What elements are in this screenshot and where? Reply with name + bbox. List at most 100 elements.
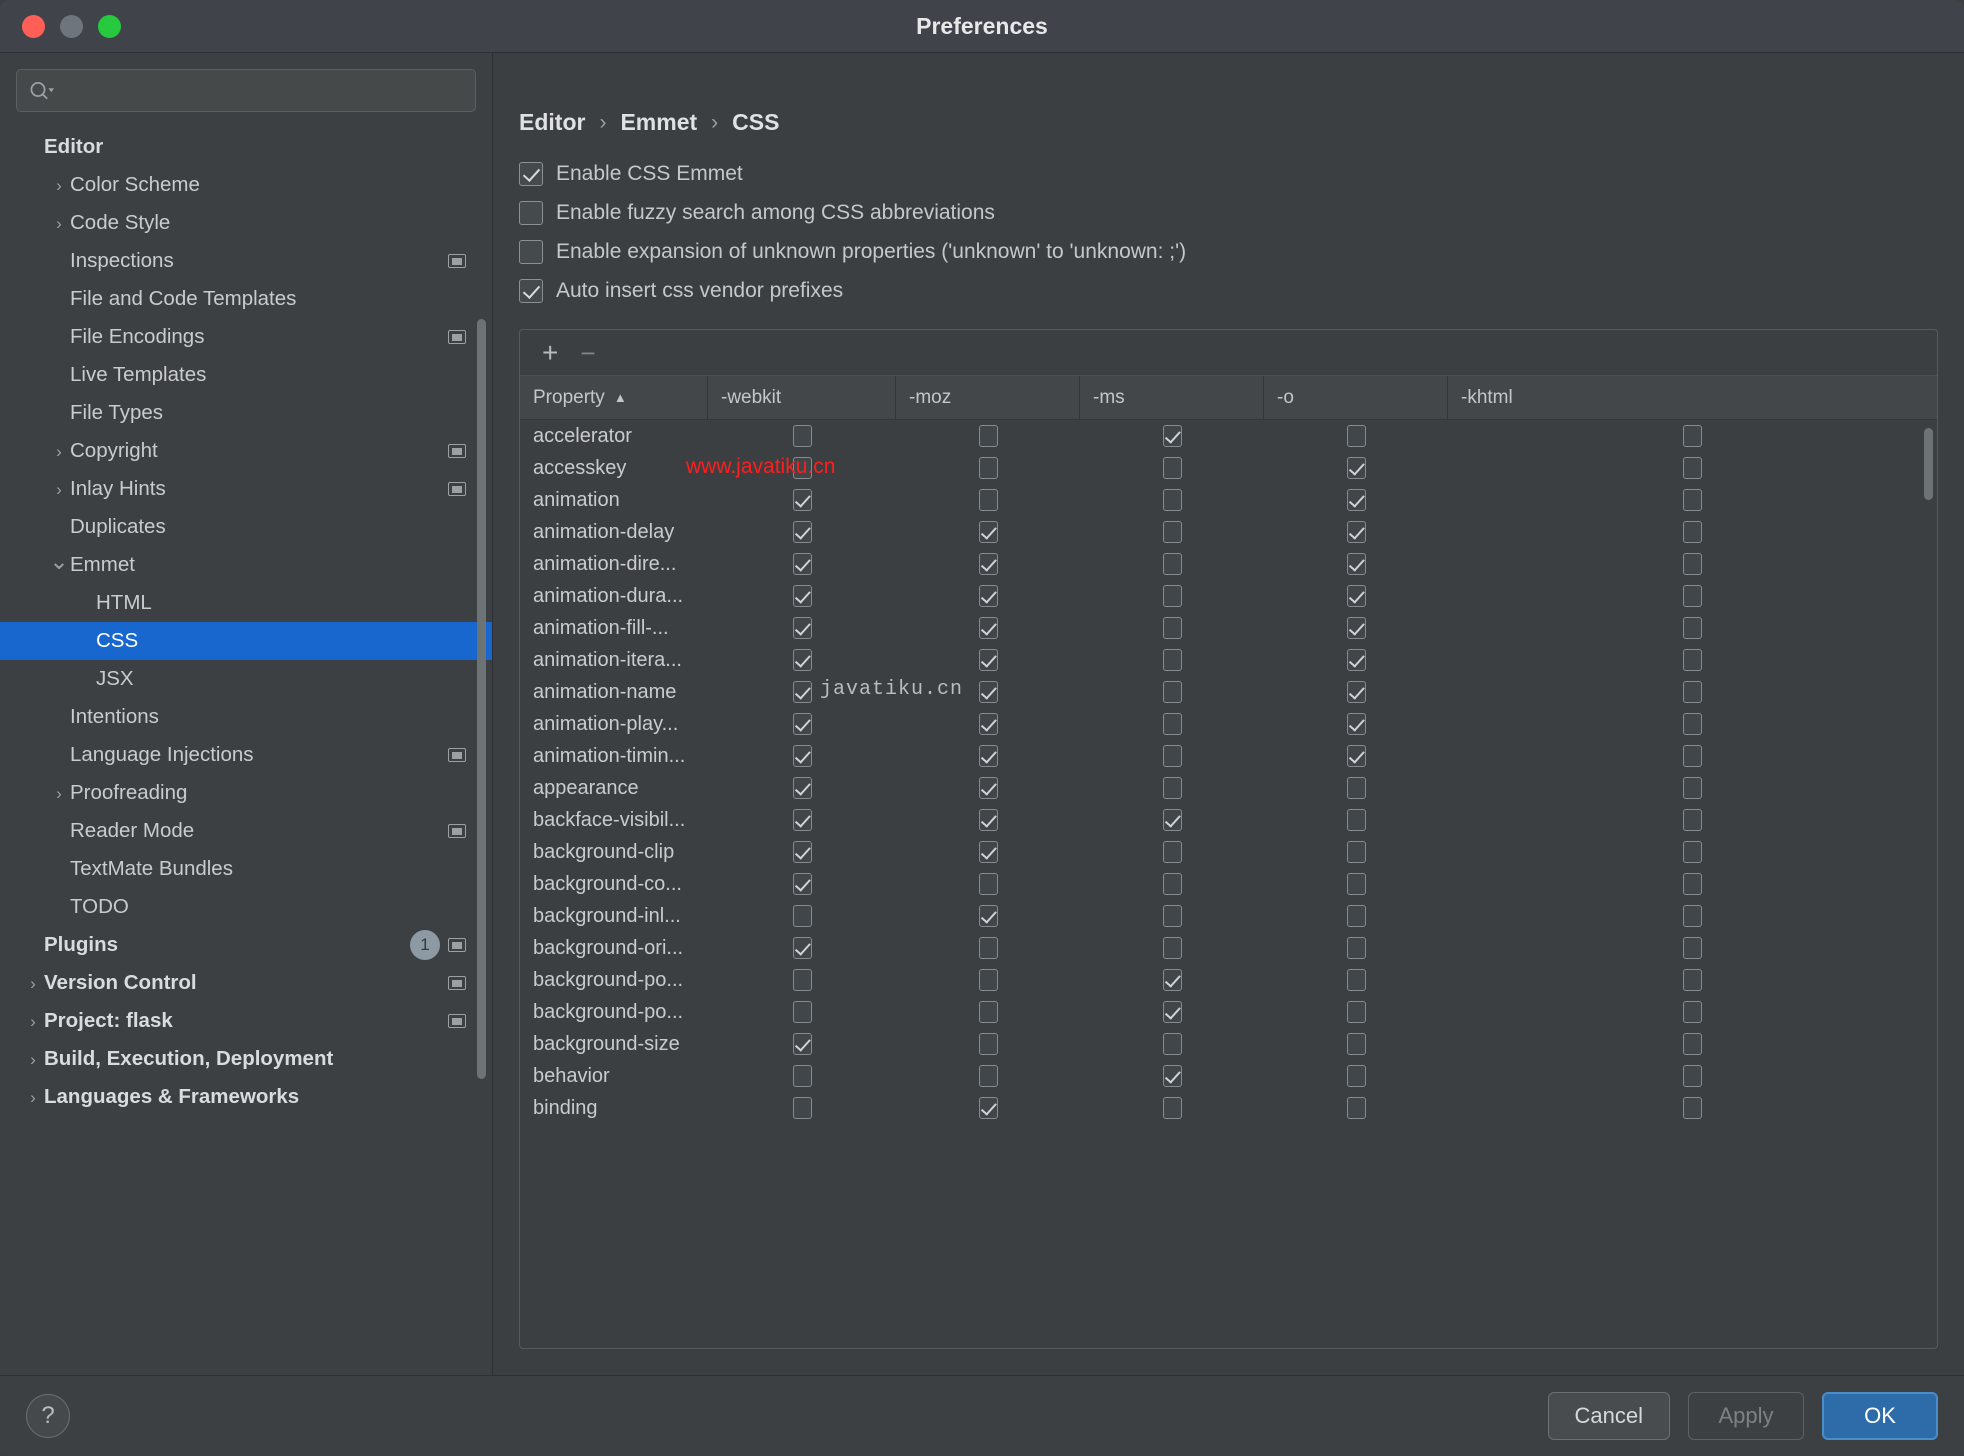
prefix-cell-webkit[interactable] [708,841,896,863]
prefix-checkbox[interactable] [792,777,812,799]
prefix-checkbox[interactable] [792,457,812,479]
sidebar-item-languages-frameworks[interactable]: › Languages & Frameworks [0,1078,492,1116]
sidebar-item-file-types[interactable]: File Types [0,394,492,432]
chevron-down-icon[interactable]: ⌄ [48,550,70,573]
prefix-cell-o[interactable] [1264,937,1448,959]
prefix-cell-moz[interactable] [896,585,1080,607]
prefix-checkbox[interactable] [1162,649,1182,671]
prefix-cell-moz[interactable] [896,1065,1080,1087]
prefix-cell-o[interactable] [1264,905,1448,927]
prefix-cell-ms[interactable] [1080,425,1264,447]
prefix-cell-khtml[interactable] [1448,873,1937,895]
prefix-cell-moz[interactable] [896,649,1080,671]
prefix-cell-moz[interactable] [896,841,1080,863]
sidebar-item-reader-mode[interactable]: Reader Mode [0,812,492,850]
prefix-cell-o[interactable] [1264,809,1448,831]
prefix-checkbox[interactable] [1346,1097,1366,1119]
table-row[interactable]: background-co... [520,868,1937,900]
sidebar-scrollbar[interactable] [477,319,486,1079]
chevron-right-icon[interactable]: › [48,478,70,500]
prefix-cell-webkit[interactable] [708,1033,896,1055]
prefix-checkbox[interactable] [978,1065,998,1087]
prefix-checkbox[interactable] [792,1097,812,1119]
prefix-cell-o[interactable] [1264,969,1448,991]
cancel-button[interactable]: Cancel [1547,1392,1670,1440]
prefix-cell-ms[interactable] [1080,905,1264,927]
prefix-cell-khtml[interactable] [1448,745,1937,767]
prefix-checkbox[interactable] [978,617,998,639]
prefix-checkbox[interactable] [978,969,998,991]
column-header-moz[interactable]: -moz [896,376,1080,419]
table-row[interactable]: animation-dura... [520,580,1937,612]
prefix-checkbox[interactable] [978,905,998,927]
option-row-enable-expansion-of-unknown-properties-u[interactable]: Enable expansion of unknown properties (… [519,240,1964,264]
prefix-checkbox[interactable] [1346,681,1366,703]
prefix-cell-ms[interactable] [1080,585,1264,607]
sidebar-item-version-control[interactable]: › Version Control [0,964,492,1002]
prefix-cell-ms[interactable] [1080,1065,1264,1087]
prefix-cell-o[interactable] [1264,713,1448,735]
prefix-checkbox[interactable] [1683,1097,1702,1119]
chevron-right-icon[interactable]: › [48,212,70,234]
chevron-right-icon[interactable]: › [22,972,44,994]
prefix-cell-khtml[interactable] [1448,425,1937,447]
prefix-cell-o[interactable] [1264,553,1448,575]
prefix-checkbox[interactable] [792,745,812,767]
prefix-checkbox[interactable] [978,425,998,447]
prefix-cell-khtml[interactable] [1448,937,1937,959]
prefix-checkbox[interactable] [1162,713,1182,735]
prefix-cell-ms[interactable] [1080,649,1264,671]
sidebar-item-language-injections[interactable]: Language Injections [0,736,492,774]
prefix-cell-khtml[interactable] [1448,1097,1937,1119]
prefix-checkbox[interactable] [978,521,998,543]
prefix-checkbox[interactable] [1162,585,1182,607]
chevron-right-icon[interactable]: › [22,1048,44,1070]
prefix-cell-o[interactable] [1264,873,1448,895]
prefix-checkbox[interactable] [978,681,998,703]
prefix-checkbox[interactable] [1162,521,1182,543]
prefix-checkbox[interactable] [1162,1033,1182,1055]
chevron-right-icon[interactable]: › [48,174,70,196]
prefix-checkbox[interactable] [1683,777,1702,799]
column-header-ms[interactable]: -ms [1080,376,1264,419]
sidebar-item-copyright[interactable]: › Copyright [0,432,492,470]
prefix-cell-webkit[interactable] [708,905,896,927]
chevron-right-icon[interactable]: › [48,440,70,462]
prefix-cell-khtml[interactable] [1448,681,1937,703]
prefix-cell-o[interactable] [1264,649,1448,671]
prefix-checkbox[interactable] [1162,553,1182,575]
prefix-cell-moz[interactable] [896,489,1080,511]
prefix-checkbox[interactable] [1346,489,1366,511]
column-header-o[interactable]: -o [1264,376,1448,419]
prefix-checkbox[interactable] [978,1033,998,1055]
prefix-cell-ms[interactable] [1080,809,1264,831]
prefix-cell-webkit[interactable] [708,521,896,543]
prefix-checkbox[interactable] [1683,905,1702,927]
prefix-checkbox[interactable] [1346,937,1366,959]
prefix-checkbox[interactable] [792,585,812,607]
prefix-cell-webkit[interactable] [708,425,896,447]
prefix-cell-khtml[interactable] [1448,1065,1937,1087]
prefix-cell-khtml[interactable] [1448,617,1937,639]
prefix-cell-khtml[interactable] [1448,1001,1937,1023]
prefix-cell-webkit[interactable] [708,1065,896,1087]
prefix-checkbox[interactable] [1162,457,1182,479]
prefix-checkbox[interactable] [792,425,812,447]
prefix-checkbox[interactable] [1683,713,1702,735]
prefix-checkbox[interactable] [1162,905,1182,927]
prefix-checkbox[interactable] [792,553,812,575]
prefix-checkbox[interactable] [792,713,812,735]
prefix-checkbox[interactable] [792,873,812,895]
prefix-cell-webkit[interactable] [708,1097,896,1119]
prefix-cell-khtml[interactable] [1448,905,1937,927]
prefix-checkbox[interactable] [792,489,812,511]
table-row[interactable]: animation-timin... [520,740,1937,772]
prefix-checkbox[interactable] [1346,457,1366,479]
sidebar-item-proofreading[interactable]: › Proofreading [0,774,492,812]
table-row[interactable]: accelerator [520,420,1937,452]
sidebar-item-emmet[interactable]: ⌄ Emmet [0,546,492,584]
prefix-checkbox[interactable] [792,905,812,927]
prefix-checkbox[interactable] [978,841,998,863]
prefix-checkbox[interactable] [1162,873,1182,895]
prefix-checkbox[interactable] [978,1001,998,1023]
